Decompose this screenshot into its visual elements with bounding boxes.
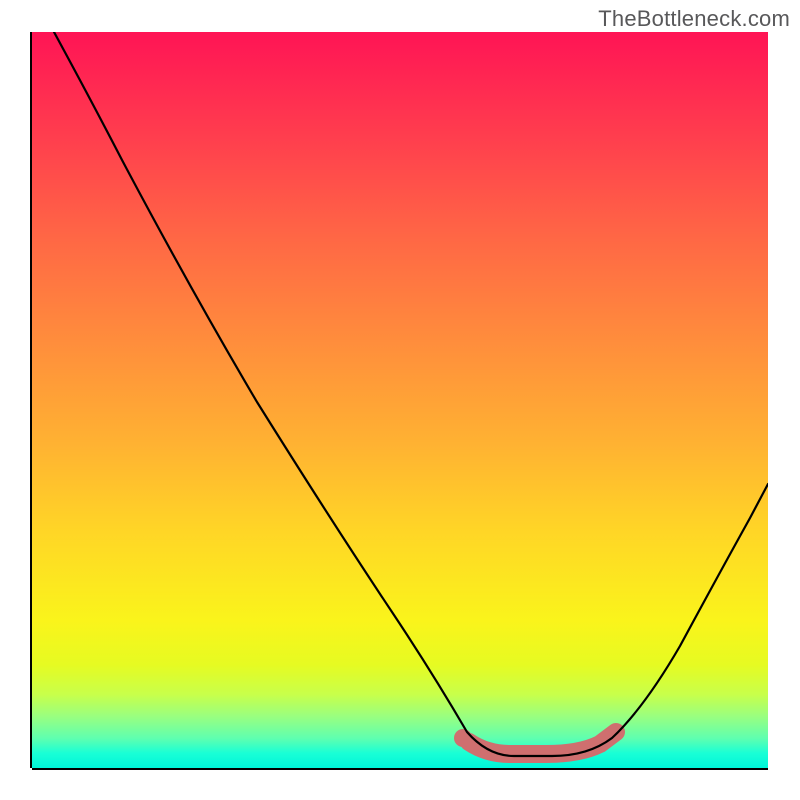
bottleneck-curve-path [54, 32, 768, 756]
y-axis [30, 32, 32, 768]
attribution-label: TheBottleneck.com [598, 6, 790, 32]
highlight-start-dot [454, 729, 472, 747]
x-axis [32, 768, 768, 770]
curve-layer [32, 32, 768, 768]
bottleneck-chart: TheBottleneck.com [0, 0, 800, 800]
